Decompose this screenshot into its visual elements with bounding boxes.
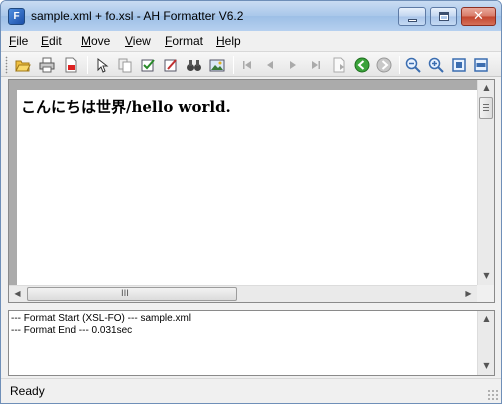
document-view[interactable]: こんにちは世界/hello world. ▲ ▼ ◀ III ▶	[8, 79, 495, 303]
title-bar[interactable]: F sample.xml + fo.xsl - AH Formatter V6.…	[1, 1, 501, 31]
back-button[interactable]	[352, 55, 372, 75]
menu-view[interactable]: View	[125, 34, 151, 48]
scroll-right-arrow-icon[interactable]: ▶	[460, 286, 477, 303]
close-icon: ✕	[473, 9, 484, 24]
fit-page-button[interactable]	[449, 55, 469, 75]
copy-button[interactable]	[115, 55, 135, 75]
menu-move[interactable]: Move	[81, 34, 110, 48]
menu-bar: File Edit Move View Format Help	[1, 31, 501, 51]
document-page[interactable]: こんにちは世界/hello world.	[17, 90, 477, 286]
scroll-thumb-grip: III	[121, 289, 129, 299]
log-line: --- Format Start (XSL-FO) --- sample.xml	[11, 313, 192, 324]
select-tool-icon	[97, 57, 109, 73]
status-text: Ready	[10, 384, 45, 398]
goto-page-icon	[333, 57, 345, 73]
scroll-left-arrow-icon[interactable]: ◀	[9, 286, 26, 303]
zoom-out-icon	[405, 57, 421, 73]
print-icon	[39, 57, 55, 73]
maximize-button[interactable]	[430, 7, 457, 26]
document-horizontal-scroll-thumb[interactable]: III	[27, 287, 237, 301]
first-page-button[interactable]	[237, 55, 257, 75]
copy-icon	[118, 58, 132, 73]
app-window: F sample.xml + fo.xsl - AH Formatter V6.…	[0, 0, 502, 404]
scrollbar-corner	[477, 285, 494, 302]
close-button[interactable]: ✕	[461, 7, 496, 26]
forward-button[interactable]	[374, 55, 394, 75]
toolbar	[1, 51, 501, 77]
toolbar-grip[interactable]	[5, 56, 8, 74]
log-scroll-down-arrow-icon[interactable]: ▼	[478, 358, 495, 375]
back-green-icon	[354, 57, 370, 73]
export-pdf-button[interactable]	[61, 55, 81, 75]
status-bar: Ready	[1, 378, 501, 403]
goto-page-button[interactable]	[329, 55, 349, 75]
minimize-icon	[408, 19, 417, 22]
pdf-icon	[65, 57, 77, 73]
image-icon	[209, 59, 225, 72]
forward-gray-icon	[376, 57, 392, 73]
document-vertical-scrollbar[interactable]: ▲ ▼	[477, 80, 494, 285]
image-button[interactable]	[207, 55, 227, 75]
maximize-icon	[439, 12, 449, 21]
menu-format[interactable]: Format	[165, 34, 203, 48]
edit-note-icon	[164, 59, 177, 72]
menu-help[interactable]: Help	[216, 34, 241, 48]
open-button[interactable]	[13, 55, 33, 75]
toolbar-separator	[233, 56, 234, 74]
document-vertical-scroll-thumb[interactable]	[479, 97, 493, 119]
minimize-button[interactable]	[398, 7, 426, 26]
zoom-in-button[interactable]	[426, 55, 446, 75]
document-horizontal-scrollbar[interactable]: ◀ III ▶	[9, 285, 477, 302]
previous-page-icon	[267, 61, 273, 69]
last-page-icon	[312, 61, 320, 69]
next-page-button[interactable]	[283, 55, 303, 75]
log-vertical-scrollbar[interactable]: ▲ ▼	[477, 311, 494, 375]
next-page-icon	[290, 61, 296, 69]
print-button[interactable]	[37, 55, 57, 75]
document-text: こんにちは世界/hello world.	[21, 98, 231, 116]
fit-width-button[interactable]	[471, 55, 491, 75]
toolbar-separator	[399, 56, 400, 74]
fit-page-icon	[452, 58, 466, 72]
toolbar-separator	[87, 56, 88, 74]
zoom-in-icon	[428, 57, 444, 73]
log-line: --- Format End --- 0.031sec	[11, 325, 133, 336]
app-logo-icon: F	[8, 8, 25, 25]
previous-page-button[interactable]	[260, 55, 280, 75]
find-binoculars-icon	[187, 60, 201, 71]
scroll-up-arrow-icon[interactable]: ▲	[478, 80, 495, 97]
edit-note-button[interactable]	[161, 55, 181, 75]
open-folder-icon	[15, 60, 31, 72]
log-scroll-up-arrow-icon[interactable]: ▲	[478, 311, 495, 328]
menu-file[interactable]: File	[9, 34, 28, 48]
edit-check-icon	[141, 59, 155, 72]
zoom-out-button[interactable]	[403, 55, 423, 75]
window-title: sample.xml + fo.xsl - AH Formatter V6.2	[31, 9, 244, 23]
resize-grip-icon[interactable]	[487, 389, 499, 401]
first-page-icon	[243, 61, 251, 69]
log-output[interactable]: --- Format Start (XSL-FO) --- sample.xml…	[8, 310, 495, 376]
menu-edit[interactable]: Edit	[41, 34, 62, 48]
fit-width-icon	[474, 58, 488, 72]
find-button[interactable]	[184, 55, 204, 75]
scroll-down-arrow-icon[interactable]: ▼	[478, 268, 495, 285]
select-button[interactable]	[93, 55, 113, 75]
last-page-button[interactable]	[306, 55, 326, 75]
edit-check-button[interactable]	[138, 55, 158, 75]
